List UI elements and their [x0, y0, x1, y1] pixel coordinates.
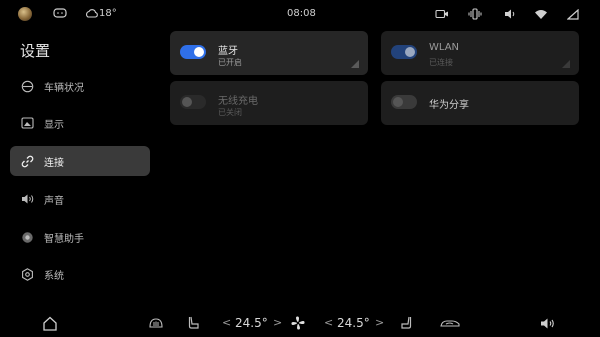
sidebar-item-assistant[interactable]: 智慧助手: [10, 222, 150, 252]
wlan-toggle[interactable]: [391, 45, 417, 59]
bluetooth-card[interactable]: 蓝牙 已开启: [170, 31, 368, 75]
card-title: 蓝牙: [218, 46, 238, 57]
wlan-card[interactable]: WLAN 已连接: [381, 31, 579, 75]
right-temp-increase-button[interactable]: >: [375, 316, 384, 330]
sidebar-item-connect[interactable]: 连接: [10, 146, 150, 176]
signal-icon: [565, 6, 581, 22]
left-temp-increase-button[interactable]: >: [273, 316, 282, 330]
message-icon[interactable]: [52, 6, 68, 22]
sidebar-item-label: 连接: [44, 157, 64, 169]
expand-corner-icon: [351, 60, 359, 68]
bluetooth-toggle[interactable]: [180, 45, 206, 59]
sidebar-item-label: 车辆状况: [44, 82, 84, 94]
left-temp-decrease-button[interactable]: <: [222, 316, 231, 330]
seat-heat-right-icon[interactable]: [398, 315, 414, 331]
status-bar: 18° 08:08: [0, 0, 600, 28]
defrost-icon[interactable]: [148, 315, 164, 331]
gear-icon: [20, 267, 34, 281]
left-temperature: 24.5°: [235, 316, 268, 330]
page-title: 设置: [20, 42, 51, 60]
huawei-share-toggle[interactable]: [391, 95, 417, 109]
bottom-bar: < 24.5° > < 24.5° >: [0, 308, 600, 337]
link-icon: [20, 154, 34, 168]
card-subtitle: 已开启: [218, 58, 242, 67]
wireless-charging-card[interactable]: 无线充电 已关闭: [170, 81, 368, 125]
car-status-icon: [20, 79, 34, 93]
wireless-charging-toggle[interactable]: [180, 95, 206, 109]
assistant-icon: [20, 230, 34, 244]
sidebar-item-sound[interactable]: 声音: [10, 184, 150, 214]
right-temperature: 24.5°: [337, 316, 370, 330]
sidebar-item-label: 显示: [44, 119, 64, 131]
speaker-icon: [20, 192, 34, 206]
sidebar-item-system[interactable]: 系统: [10, 259, 150, 289]
expand-corner-icon: [562, 60, 570, 68]
wifi-icon[interactable]: [533, 6, 549, 22]
volume-control-icon[interactable]: [540, 315, 556, 331]
sidebar-item-vehicle-status[interactable]: 车辆状况: [10, 71, 150, 101]
huawei-share-card[interactable]: 华为分享: [381, 81, 579, 125]
vibrate-icon[interactable]: [467, 6, 483, 22]
card-title: WLAN: [429, 42, 460, 53]
home-icon[interactable]: [42, 315, 58, 331]
fan-icon[interactable]: [290, 315, 306, 331]
right-temp-decrease-button[interactable]: <: [324, 316, 333, 330]
seat-heat-left-icon[interactable]: [186, 315, 202, 331]
volume-icon[interactable]: [502, 6, 518, 22]
air-recirculation-icon[interactable]: [438, 315, 462, 331]
sidebar-item-label: 系统: [44, 270, 64, 282]
temperature-text: 18°: [99, 8, 117, 19]
sidebar-item-label: 智慧助手: [44, 233, 84, 245]
weather-icon: [84, 6, 100, 22]
card-subtitle: 已关闭: [218, 108, 242, 117]
sidebar-item-display[interactable]: 显示: [10, 108, 150, 138]
card-title: 华为分享: [429, 100, 469, 111]
sidebar-item-label: 声音: [44, 195, 64, 207]
avatar[interactable]: [18, 7, 32, 21]
card-title: 无线充电: [218, 96, 258, 107]
clock-text: 08:08: [287, 8, 316, 19]
card-subtitle: 已连接: [429, 58, 453, 67]
display-icon: [20, 116, 34, 130]
camera-icon[interactable]: [434, 6, 450, 22]
